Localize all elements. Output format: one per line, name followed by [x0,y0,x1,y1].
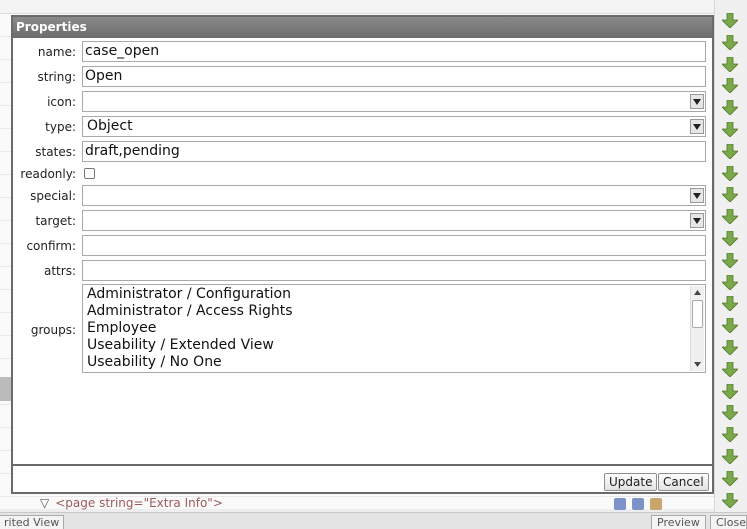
string-input[interactable]: Open [82,66,706,87]
row-special: special: [13,185,712,207]
down-arrow-icon[interactable] [722,13,738,28]
down-arrow-icon[interactable] [722,209,738,225]
name-input[interactable]: case_open [82,41,706,62]
dialog-title: Properties [13,17,712,38]
type-select-value: Object [87,118,133,134]
attrs-input[interactable] [82,260,706,281]
update-button[interactable]: Update [604,473,658,491]
row-confirm: confirm: [13,235,712,257]
down-arrow-icon[interactable] [722,383,738,399]
chevron-down-icon[interactable] [690,213,704,228]
scroll-up-icon[interactable] [691,286,704,299]
down-arrow-icon[interactable] [722,122,738,137]
properties-form: name: case_open string: Open icon: type:… [13,38,712,464]
down-arrow-icon[interactable] [722,274,738,290]
row-attrs: attrs: [13,260,712,282]
down-arrow-icon[interactable] [722,187,738,203]
remove-icon[interactable] [632,498,644,510]
icon-select[interactable] [82,91,706,112]
down-arrow-icon[interactable] [722,165,738,181]
add-icon[interactable] [614,498,626,510]
down-arrow-icon[interactable] [722,100,738,116]
attrs-label: attrs: [44,264,76,278]
down-arrow-icon[interactable] [722,296,738,312]
inherited-view-button[interactable]: rited View [0,515,64,529]
cancel-button[interactable]: Cancel [658,473,709,491]
down-arrow-icon[interactable] [722,340,738,355]
down-arrow-icon[interactable] [722,427,738,443]
down-arrow-icon[interactable] [722,405,738,421]
groups-option[interactable]: Administrator / Access Rights [87,303,705,320]
chevron-down-icon[interactable] [690,94,704,109]
down-arrow-icon[interactable] [722,361,738,377]
row-states: states: draft,pending [13,141,712,163]
scroll-down-icon[interactable] [691,358,704,371]
down-arrow-icon[interactable] [722,34,738,50]
type-select[interactable]: Object [82,116,706,137]
row-readonly: readonly: [13,163,712,185]
down-arrow-icon[interactable] [722,470,738,486]
down-arrow-icon[interactable] [722,231,738,246]
target-label: target: [35,214,76,228]
background-xml-line: ▽ <page string="Extra Info"> [40,496,223,510]
chevron-down-icon[interactable] [690,188,704,203]
groups-option[interactable]: Employee [87,320,705,337]
scroll-thumb[interactable] [692,300,703,328]
preview-button[interactable]: Preview [651,515,706,529]
down-arrow-icon[interactable] [722,143,738,159]
states-label: states: [35,145,76,159]
groups-label: groups: [30,323,76,337]
special-select[interactable] [82,185,706,206]
name-label: name: [37,45,76,59]
groups-options: Administrator / Configuration Administrat… [83,285,705,371]
readonly-label: readonly: [20,167,76,181]
confirm-input[interactable] [82,235,706,256]
down-arrow-icon[interactable] [722,449,738,464]
row-name: name: case_open [13,41,712,63]
down-arrow-icon[interactable] [722,252,738,268]
down-arrow-icon[interactable] [722,56,738,72]
special-label: special: [30,189,76,203]
readonly-checkbox[interactable] [84,168,95,179]
dialog-footer: Update Cancel [13,464,712,492]
type-label: type: [45,120,76,134]
groups-listbox[interactable]: Administrator / Configuration Administrat… [82,284,706,373]
row-string: string: Open [13,66,712,88]
properties-dialog: Properties name: case_open string: Open … [11,15,714,494]
close-button[interactable]: Close [710,515,747,529]
string-label: string: [37,70,77,84]
icon-label: icon: [47,95,76,109]
background-row-icons [614,498,662,510]
down-arrow-icon[interactable] [722,318,738,334]
background-top-strip [0,0,747,14]
background-bottom-bar [0,512,747,529]
down-arrow-icon[interactable] [722,78,738,94]
row-type: type: Object [13,116,712,138]
collapse-triangle-icon: ▽ [40,496,50,510]
target-select[interactable] [82,210,706,231]
row-target: target: [13,210,712,232]
states-input[interactable]: draft,pending [82,141,706,162]
row-icon: icon: [13,91,712,113]
confirm-label: confirm: [26,239,76,253]
down-arrow-icon[interactable] [722,492,738,508]
groups-scrollbar[interactable] [690,286,704,371]
groups-option[interactable]: Useability / No One [87,354,705,371]
groups-option[interactable]: Administrator / Configuration [87,286,705,303]
groups-option[interactable]: Useability / Extended View [87,337,705,354]
edit-icon[interactable] [650,498,662,510]
chevron-down-icon[interactable] [690,119,704,134]
